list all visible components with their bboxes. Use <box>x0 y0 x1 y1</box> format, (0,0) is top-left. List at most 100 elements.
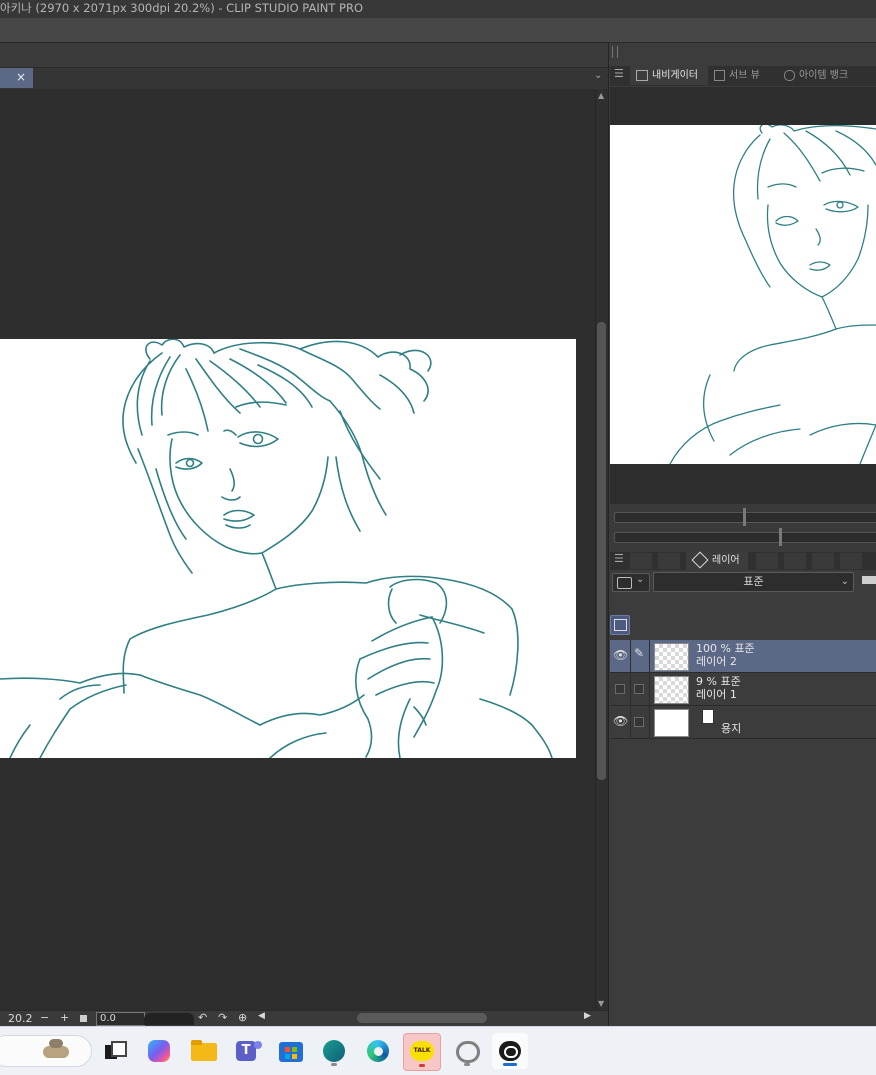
menu-bar <box>0 18 876 43</box>
eye-icon: 👁 <box>613 714 629 728</box>
layer-opacity-mode: 9 % 표준 <box>696 675 741 688</box>
layer-thumbnail <box>654 643 689 671</box>
layer-search-tab[interactable] <box>658 553 680 569</box>
layer-row[interactable]: 👁 용지 <box>610 706 876 739</box>
history-tab[interactable] <box>784 553 806 569</box>
zoom-in-button[interactable]: + <box>60 1011 69 1024</box>
layer-panel-menu-icon[interactable]: ☰ <box>614 552 624 565</box>
store-icon <box>279 1042 303 1062</box>
taskbar-clip-studio-paint[interactable] <box>492 1033 528 1069</box>
taskbar-teams[interactable]: T <box>230 1033 266 1069</box>
navigator-tab-bar: ☰ 내비게이터 서브 뷰 아이템 뱅크 <box>610 66 876 86</box>
layers-icon <box>691 551 709 569</box>
tab-navigator[interactable]: 내비게이터 <box>630 66 708 85</box>
item-bank-icon <box>784 69 795 81</box>
visibility-toggle[interactable]: 👁 <box>610 706 631 738</box>
close-tab-icon[interactable]: × <box>16 70 26 84</box>
scroll-down-icon[interactable]: ▼ <box>598 999 604 1008</box>
layer-property-tab[interactable] <box>630 553 652 569</box>
animation-tab[interactable] <box>756 553 778 569</box>
panel-menu-icon[interactable]: ☰ <box>614 67 624 80</box>
tab-item-bank[interactable]: 아이템 뱅크 <box>780 66 876 85</box>
teal-app-icon <box>323 1040 345 1062</box>
layer-thumbnail <box>654 709 689 737</box>
blend-mode-select[interactable]: 표준 ⌄ <box>653 572 854 592</box>
taskbar-task-view[interactable] <box>96 1033 132 1069</box>
zoom-out-button[interactable]: − <box>40 1011 49 1024</box>
document-tab-row <box>0 68 608 89</box>
layer-name[interactable]: 레이어 1 <box>696 688 737 701</box>
edit-target-toggle[interactable] <box>630 706 650 738</box>
visibility-toggle[interactable]: 👁 <box>610 640 631 672</box>
widgets-button[interactable] <box>0 1035 92 1067</box>
rotate-slider[interactable] <box>614 532 876 543</box>
reference-layer-button[interactable] <box>610 615 630 635</box>
taskbar-store[interactable] <box>273 1033 309 1069</box>
blend-mode-value: 표준 <box>743 575 764 588</box>
scroll-right-icon[interactable]: ▶ <box>584 1011 591 1021</box>
store-icon-tile-red <box>285 1047 290 1052</box>
tab-subview-label: 서브 뷰 <box>729 70 760 81</box>
taskbar-copilot[interactable] <box>141 1033 177 1069</box>
running-indicator <box>331 1063 337 1066</box>
zoom-level[interactable]: 20.2 <box>8 1012 33 1025</box>
reset-rotation-icon[interactable]: ⊕ <box>238 1011 247 1024</box>
navigator-icon <box>636 69 648 81</box>
horizontal-scroll-thumb[interactable] <box>357 1013 487 1023</box>
blend-chevron-down-icon: ⌄ <box>840 576 849 587</box>
taskbar-file-explorer[interactable] <box>186 1033 222 1069</box>
tab-item-bank-label: 아이템 뱅크 <box>799 70 849 81</box>
tab-subview[interactable]: 서브 뷰 <box>710 66 778 85</box>
layer-tab-bar: ☰ 레이어 <box>610 551 876 570</box>
taskbar-teal-app[interactable] <box>316 1033 352 1069</box>
title-bar: 아키나 (2970 x 2071px 300dpi 20.2%) - CLIP … <box>0 0 876 18</box>
edit-target-toggle[interactable]: ✎ <box>630 640 650 672</box>
rotate-right-icon[interactable]: ↷ <box>218 1011 227 1024</box>
scroll-up-icon[interactable]: ▲ <box>598 91 604 100</box>
layer-name[interactable]: 레이어 2 <box>696 655 737 668</box>
document-tab[interactable]: × <box>0 68 33 88</box>
teams-icon: T <box>236 1041 256 1061</box>
fit-view-icon[interactable] <box>80 1015 87 1022</box>
store-icon-tile-green <box>292 1047 297 1052</box>
navigator-preview[interactable] <box>610 123 876 465</box>
hidden-checkbox-icon <box>615 684 625 694</box>
task-view-icon-back <box>111 1041 127 1057</box>
tab-navigator-label: 내비게이터 <box>652 70 698 81</box>
layer-row[interactable]: 👁 ✎ 100 % 표준 레이어 2 <box>610 640 876 673</box>
canvas-paper[interactable] <box>0 338 576 759</box>
edit-target-toggle[interactable] <box>630 673 650 705</box>
store-icon-tile-yellow <box>292 1054 297 1059</box>
rotation-slider[interactable] <box>144 1013 194 1025</box>
folder-tab-icon <box>191 1040 202 1045</box>
rotate-left-icon[interactable]: ↶ <box>198 1011 207 1024</box>
clip-studio-icon <box>456 1041 480 1063</box>
taskbar-clip-studio[interactable] <box>449 1033 485 1069</box>
scroll-left-icon[interactable]: ◀ <box>258 1011 265 1021</box>
material-tab[interactable] <box>840 553 862 569</box>
line-art-drawing <box>0 338 553 759</box>
copilot-icon <box>148 1040 170 1062</box>
taskbar-kakaotalk[interactable]: TALK <box>403 1033 441 1071</box>
zoom-slider-handle[interactable] <box>743 508 746 526</box>
taskbar: T TALK <box>0 1026 876 1075</box>
navigator-sliders <box>610 505 876 551</box>
rotation-angle-field[interactable]: 0.0 <box>96 1012 145 1026</box>
vertical-scroll-thumb[interactable] <box>597 322 606 780</box>
tab-layer-label: 레이어 <box>712 555 740 566</box>
dock-grip-icon[interactable] <box>612 46 618 58</box>
tab-menu-chevron-icon[interactable]: ⌄ <box>594 70 602 81</box>
layer-row[interactable]: 9 % 표준 레이어 1 <box>610 673 876 706</box>
layer-color-mode-dropdown[interactable]: ⌄ <box>612 573 650 592</box>
layer-name[interactable]: 용지 <box>721 722 741 735</box>
navigator-thumbnail-drawing <box>669 123 876 465</box>
edge-icon-center <box>374 1047 383 1056</box>
auto-action-tab[interactable] <box>812 553 834 569</box>
clip-studio-paint-icon-mark <box>504 1046 518 1058</box>
visibility-toggle[interactable] <box>610 673 631 705</box>
kakaotalk-icon: TALK <box>410 1041 434 1061</box>
tab-layer[interactable]: 레이어 <box>686 551 748 570</box>
rotate-slider-handle[interactable] <box>779 528 782 546</box>
taskbar-edge[interactable] <box>360 1033 396 1069</box>
opacity-checker-icon[interactable] <box>862 576 876 584</box>
